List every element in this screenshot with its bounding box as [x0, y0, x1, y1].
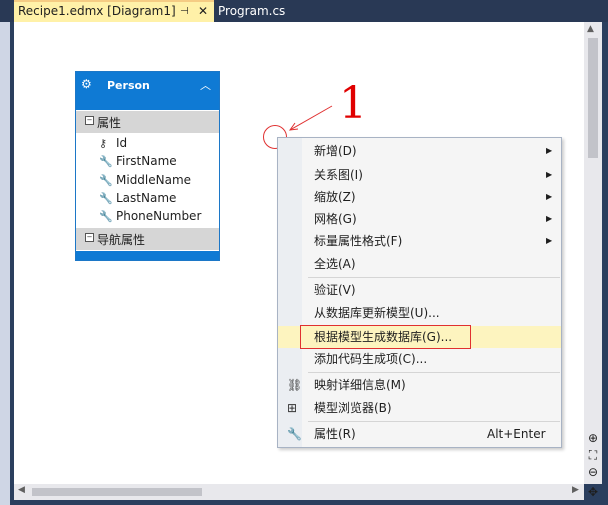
collapse-minus-icon[interactable]: −: [85, 233, 94, 242]
tab-program-cs[interactable]: Program.cs: [218, 0, 285, 22]
menu-item-mapping-details[interactable]: ⛓ 映射详细信息(M): [278, 374, 561, 396]
key-icon: ⚷: [99, 137, 108, 150]
section-properties-label: 属性: [97, 116, 122, 130]
annotation-highlight-box: [300, 325, 471, 349]
wrench-icon: 🔧: [99, 155, 113, 168]
left-panel-edge: [0, 22, 10, 505]
collapse-chevron-icon[interactable]: ︿: [200, 77, 211, 93]
tab-label: Program.cs: [218, 4, 286, 18]
menu-item-diagram[interactable]: 关系图(I) ▶: [278, 164, 561, 186]
menu-item-select-all[interactable]: 全选(A): [278, 253, 561, 275]
menu-item-add[interactable]: 新增(D) ▶: [278, 140, 561, 162]
wrench-icon: 🔧: [287, 427, 302, 441]
submenu-arrow-icon: ▶: [546, 192, 553, 201]
wrench-icon: 🔧: [99, 192, 113, 205]
property-id[interactable]: Id: [116, 136, 127, 150]
model-browser-icon: ⊞: [287, 401, 298, 415]
property-lastname[interactable]: LastName: [116, 191, 176, 205]
property-middlename[interactable]: MiddleName: [116, 173, 191, 187]
submenu-arrow-icon: ▶: [546, 170, 553, 179]
pin-icon[interactable]: ⊣: [180, 2, 189, 21]
scroll-right-icon[interactable]: ▶: [572, 485, 579, 495]
zoom-in-icon[interactable]: ⊕: [585, 431, 601, 445]
menu-item-grid[interactable]: 网格(G) ▶: [278, 208, 561, 230]
submenu-arrow-icon: ▶: [546, 146, 553, 155]
collapse-minus-icon[interactable]: −: [85, 116, 94, 125]
scroll-left-icon[interactable]: ◀: [18, 485, 25, 495]
entity-type-icon: ⚙: [81, 77, 92, 91]
menu-separator: [308, 277, 560, 278]
tab-label: Recipe1.edmx [Diagram1]: [18, 4, 176, 18]
shortcut-label: Alt+Enter: [487, 427, 546, 441]
menu-item-model-browser[interactable]: ⊞ 模型浏览器(B): [278, 397, 561, 419]
wrench-icon: 🔧: [99, 210, 113, 223]
horizontal-scroll-thumb[interactable]: [32, 488, 202, 496]
menu-item-properties[interactable]: 🔧 属性(R) Alt+Enter: [278, 423, 561, 445]
property-phonenumber[interactable]: PhoneNumber: [116, 209, 201, 223]
menu-separator: [308, 421, 560, 422]
entity-footer: [76, 251, 219, 260]
pan-icon[interactable]: ✥: [585, 485, 601, 499]
scroll-up-icon[interactable]: ▲: [587, 24, 594, 34]
mapping-icon: ⛓: [287, 378, 303, 392]
menu-item-scalar-format[interactable]: 标量属性格式(F) ▶: [278, 230, 561, 252]
submenu-arrow-icon: ▶: [546, 214, 553, 223]
menu-item-update-model[interactable]: 从数据库更新模型(U)...: [278, 302, 561, 324]
tab-recipe1-edmx[interactable]: Recipe1.edmx [Diagram1] ⊣ ✕: [14, 0, 214, 22]
menu-item-zoom[interactable]: 缩放(Z) ▶: [278, 186, 561, 208]
entity-title: Person: [107, 79, 150, 92]
menu-item-add-code-generation[interactable]: 添加代码生成项(C)...: [278, 348, 561, 370]
section-navigation-label: 导航属性: [97, 233, 146, 247]
arrow-1-line: [289, 105, 333, 131]
close-icon[interactable]: ✕: [198, 2, 208, 21]
menu-item-validate[interactable]: 验证(V): [278, 279, 561, 301]
vertical-scroll-thumb[interactable]: [588, 38, 598, 158]
wrench-icon: 🔧: [99, 174, 113, 187]
property-firstname[interactable]: FirstName: [116, 154, 177, 168]
zoom-fit-icon[interactable]: ⛶: [585, 448, 601, 462]
zoom-out-icon[interactable]: ⊖: [585, 465, 601, 479]
menu-separator: [308, 372, 560, 373]
submenu-arrow-icon: ▶: [546, 236, 553, 245]
